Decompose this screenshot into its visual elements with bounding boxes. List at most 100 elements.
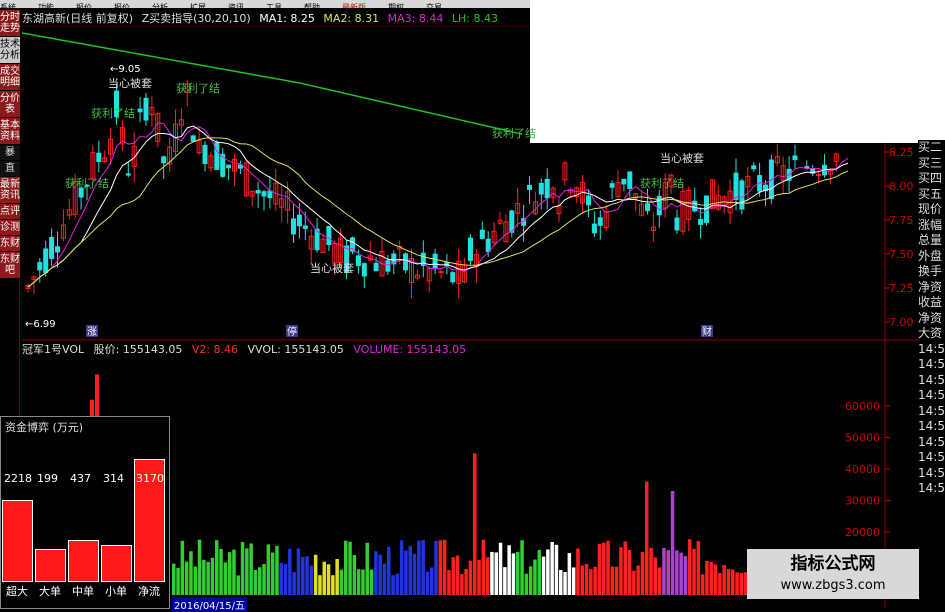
- fund-value: 314: [103, 472, 124, 485]
- volume-bar: [739, 573, 744, 595]
- quote-side-panel: 买二 买三 买四 买五 现价 涨幅 总量 外盘 换手 净资 收益 净资 大资 14:5 14:5 14:5 14…: [918, 140, 945, 600]
- volume-bar: [614, 566, 619, 595]
- volume-bar: [335, 558, 339, 595]
- vol-vvol: VVOL: 155143.05: [247, 343, 344, 356]
- vol-stock-price: 股价: 155143.05: [93, 343, 183, 356]
- volume-bar: [292, 572, 296, 595]
- volume-bar: [645, 481, 649, 595]
- candle-body: [255, 190, 261, 194]
- volume-bar: [619, 547, 623, 595]
- candle-body: [373, 262, 379, 272]
- volume-bar: [408, 545, 412, 595]
- volume-bar: [434, 540, 438, 595]
- volume-bar: [520, 540, 524, 595]
- quote-row: 收益: [918, 295, 943, 309]
- vol-volume: VOLUME: 155143.05: [353, 343, 467, 356]
- volume-bar: [430, 567, 434, 595]
- volume-bar: [675, 550, 679, 595]
- candle-body: [468, 237, 473, 261]
- volume-bar: [240, 542, 245, 595]
- volume-bar: [623, 541, 627, 595]
- candle-body: [267, 190, 273, 199]
- volume-bar: [95, 374, 99, 416]
- volume-bar: [516, 551, 520, 595]
- candle-body: [326, 225, 332, 246]
- volume-bar: [731, 569, 735, 595]
- volume-bar: [223, 562, 228, 595]
- candle-body: [804, 166, 810, 169]
- volume-bar: [524, 573, 529, 595]
- fund-label: 大单: [39, 585, 61, 598]
- volume-bar: [421, 540, 425, 595]
- candle-body: [645, 203, 650, 212]
- volume-bar: [662, 548, 666, 595]
- fund-panel-title: 资金博弈 (万元): [5, 421, 84, 434]
- volume-bar: [649, 547, 653, 595]
- quote-row: 买三: [918, 155, 943, 170]
- volume-bar: [382, 563, 387, 595]
- candle-body: [49, 236, 55, 259]
- volume-bar: [378, 554, 382, 595]
- profit-tag: 获利了结: [91, 107, 135, 120]
- volume-bar: [537, 549, 541, 595]
- fund-label: 小单: [105, 585, 127, 598]
- quote-row: 14:5: [918, 341, 945, 356]
- volume-bar: [313, 554, 318, 595]
- volume-bar: [283, 564, 288, 595]
- volume-bar: [627, 549, 632, 595]
- candle-body: [202, 144, 208, 164]
- volume-header: 冠军1号VOL 股价: 155143.05 V2: 8.46 VVOL: 155…: [22, 341, 472, 357]
- volume-bar: [455, 555, 460, 595]
- volume-bar: [503, 567, 507, 595]
- event-marker: 涨: [87, 326, 97, 338]
- volume-bar: [546, 549, 550, 595]
- volume-bar: [348, 541, 352, 595]
- volume-bar: [589, 569, 593, 595]
- volume-bar: [498, 542, 503, 595]
- volume-bar: [262, 564, 266, 595]
- volume-bar: [180, 540, 185, 595]
- volume-bar: [632, 570, 636, 595]
- candle-body: [627, 171, 633, 189]
- quote-row: 14:5: [918, 481, 945, 495]
- volume-bar: [245, 548, 249, 595]
- fund-bar: [2, 499, 33, 582]
- volume-bar: [404, 550, 408, 595]
- volume-bar: [322, 561, 326, 595]
- warning-tag: 当心被套: [108, 76, 152, 90]
- fund-bar: [101, 544, 132, 582]
- profit-tag: 获利了结: [65, 177, 109, 190]
- profit-tag: 获利了结: [176, 82, 220, 95]
- volume-bar: [253, 569, 258, 595]
- quote-row: 14:5: [918, 403, 945, 418]
- volume-bar: [597, 543, 602, 595]
- volume-bar: [670, 491, 675, 595]
- volume-bar: [266, 544, 271, 595]
- volume-bar: [541, 556, 546, 595]
- candle-body: [161, 156, 167, 164]
- volume-bar: [326, 564, 331, 595]
- volume-bar: [189, 551, 193, 595]
- candle-body: [96, 152, 102, 162]
- volume-bar: [172, 563, 176, 595]
- volume-bar: [567, 553, 572, 595]
- volume-bar: [309, 565, 314, 595]
- quote-row: 总量: [918, 233, 943, 247]
- vol-tick-label: 30000: [845, 495, 880, 508]
- vol-tick-label: 60000: [845, 400, 880, 413]
- volume-bar: [700, 574, 705, 595]
- volume-bar: [279, 562, 283, 595]
- candle-body: [485, 238, 491, 253]
- volume-bar: [679, 552, 683, 595]
- fund-value: 437: [70, 472, 91, 485]
- volume-bar: [683, 556, 688, 595]
- price-tick-label: 7.75: [889, 214, 914, 227]
- volume-bar: [550, 542, 554, 595]
- volume-bar: [481, 539, 486, 595]
- quote-row: 外盘: [918, 248, 943, 263]
- quote-row: 换手: [918, 264, 943, 278]
- blackout-region: [262, 282, 682, 327]
- volume-bar: [653, 557, 658, 595]
- event-marker: 财: [702, 325, 712, 338]
- volume-bar: [468, 560, 473, 595]
